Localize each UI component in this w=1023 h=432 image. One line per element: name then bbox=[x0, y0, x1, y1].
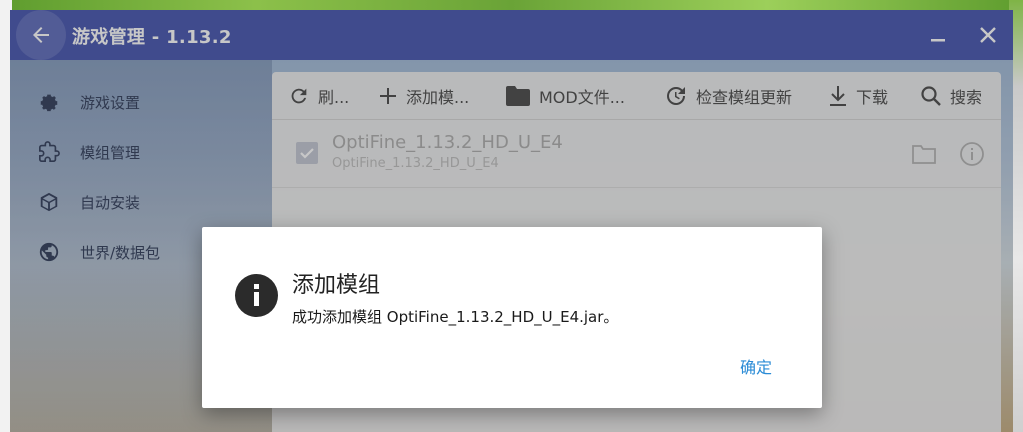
info-icon bbox=[235, 274, 278, 317]
dialog-message: 成功添加模组 OptiFine_1.13.2_HD_U_E4.jar。 bbox=[292, 308, 619, 326]
ok-button[interactable]: 确定 bbox=[734, 352, 778, 380]
add-mod-dialog: 添加模组 成功添加模组 OptiFine_1.13.2_HD_U_E4.jar。… bbox=[202, 227, 822, 408]
dialog-title: 添加模组 bbox=[292, 273, 381, 298]
desktop-background-top bbox=[0, 0, 1023, 10]
game-manager-window: 游戏管理 - 1.13.2 游戏设置 模组管理 自动安装 世界/数据包 刷...… bbox=[10, 10, 1013, 432]
